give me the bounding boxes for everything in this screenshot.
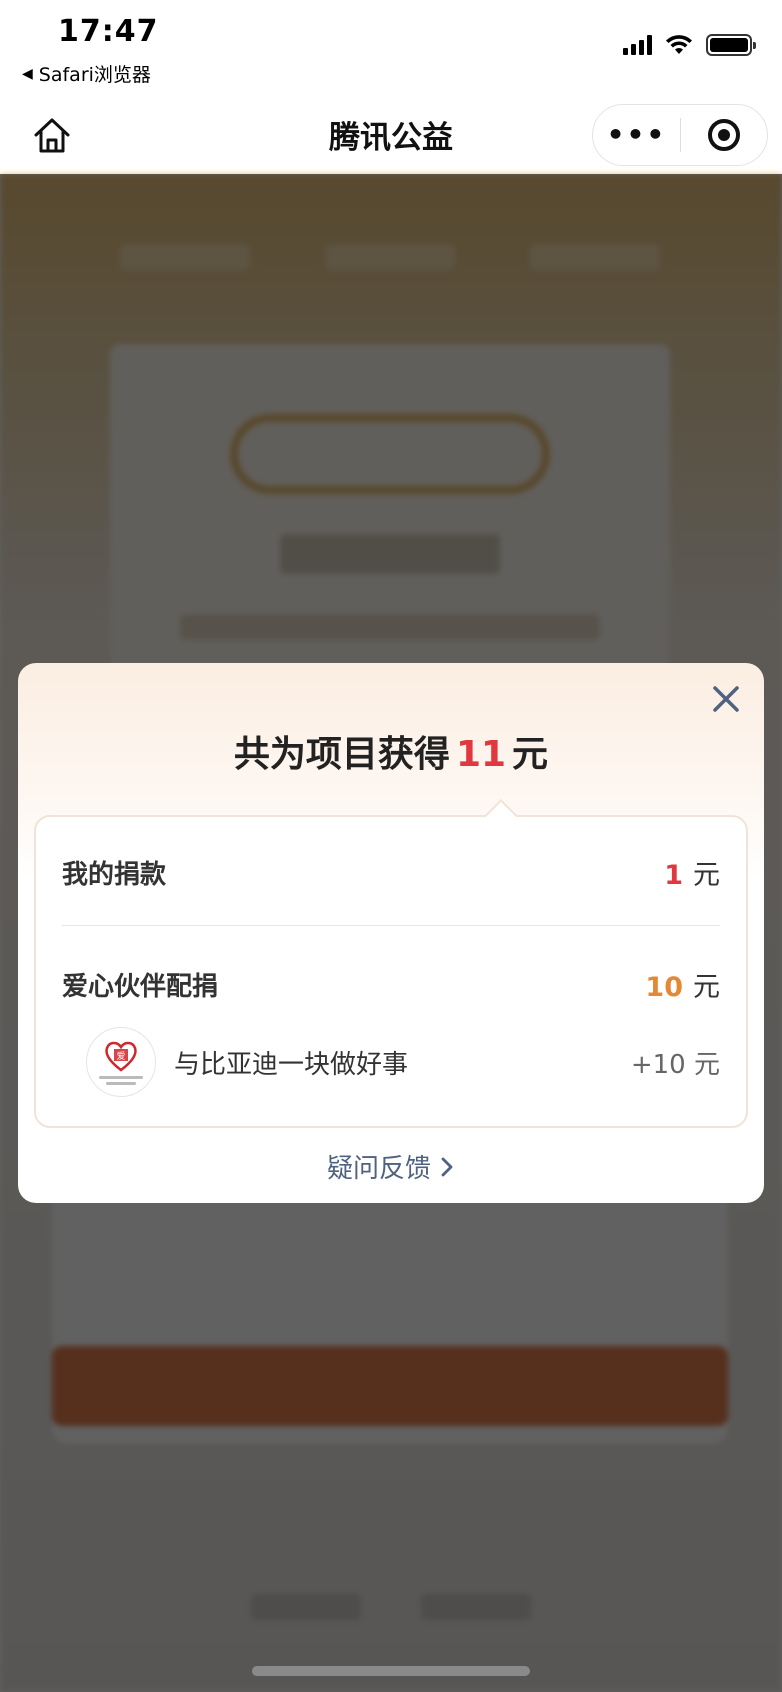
- partner-info: 爱 与比亚迪一块做好事: [86, 1027, 408, 1097]
- status-time: 17:47: [58, 14, 159, 49]
- feedback-label: 疑问反馈: [326, 1154, 431, 1184]
- back-triangle-icon: ◀: [22, 65, 33, 82]
- chevron-right-icon: [441, 1157, 453, 1176]
- back-to-safari[interactable]: ◀ Safari浏览器: [22, 60, 151, 87]
- partner-logo: 爱: [86, 1027, 156, 1097]
- popup-title: 共为项目获得 11 元: [18, 725, 764, 777]
- partner-match-value: 10 元: [645, 965, 720, 1004]
- close-icon[interactable]: [706, 679, 746, 719]
- heart-logo-icon: 爱: [105, 1041, 137, 1072]
- divider: [62, 925, 720, 926]
- my-donation-amount: 1: [664, 860, 683, 891]
- close-mini-program-button[interactable]: [681, 105, 767, 165]
- status-icons: [623, 34, 756, 56]
- wifi-icon: [666, 35, 692, 54]
- partner-amount: +10 元: [630, 1049, 720, 1080]
- nav-bar: 腾讯公益 •••: [0, 96, 782, 174]
- status-bar: 17:47 ◀ Safari浏览器: [0, 0, 782, 96]
- breakdown-card: 我的捐款 1元 爱心伙伴配捐 10 元 爱 与比亚迪一块做好事 +10 元: [34, 799, 748, 1128]
- back-app-label: Safari浏览器: [38, 64, 151, 86]
- feedback-link[interactable]: 疑问反馈: [18, 1148, 764, 1185]
- logo-glyph: 爱: [116, 1051, 125, 1062]
- partner-list-item[interactable]: 爱 与比亚迪一块做好事 +10 元: [86, 1027, 720, 1097]
- battery-icon: [706, 34, 756, 56]
- card-notch: [484, 799, 518, 833]
- my-donation-label: 我的捐款: [62, 860, 167, 890]
- partner-match-unit: 元: [693, 972, 720, 1003]
- title-unit: 元: [512, 734, 549, 775]
- partner-match-label: 爱心伙伴配捐: [62, 972, 219, 1002]
- donation-breakdown-popup: 共为项目获得 11 元 我的捐款 1元 爱心伙伴配捐 10 元 爱 与比亚迪一块…: [18, 663, 764, 1203]
- cellular-signal-icon: [623, 35, 652, 55]
- my-donation-row: 我的捐款 1元: [62, 853, 720, 892]
- partner-name: 与比亚迪一块做好事: [174, 1049, 409, 1080]
- title-amount: 11: [455, 734, 507, 775]
- mini-program-capsule: •••: [592, 104, 768, 166]
- partner-match-row: 爱心伙伴配捐 10 元: [62, 965, 720, 1004]
- more-menu-button[interactable]: •••: [593, 105, 680, 165]
- record-icon: [707, 119, 740, 151]
- partner-match-amount: 10: [645, 972, 683, 1003]
- title-prefix: 共为项目获得: [233, 734, 450, 775]
- my-donation-value: 1元: [664, 853, 720, 892]
- my-donation-unit: 元: [693, 860, 720, 891]
- home-indicator: [252, 1666, 530, 1676]
